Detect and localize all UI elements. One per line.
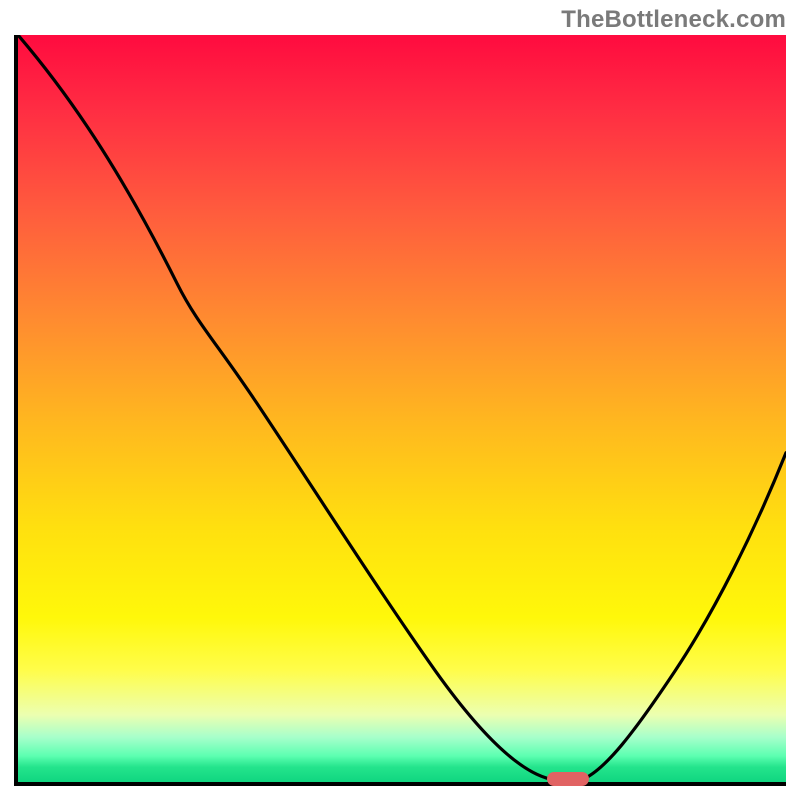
plot-area [14,35,786,786]
chart-container: TheBottleneck.com [0,0,800,800]
bottleneck-curve [18,35,786,780]
curve-svg [18,35,786,782]
watermark-text: TheBottleneck.com [561,6,786,34]
optimal-marker [547,772,589,786]
